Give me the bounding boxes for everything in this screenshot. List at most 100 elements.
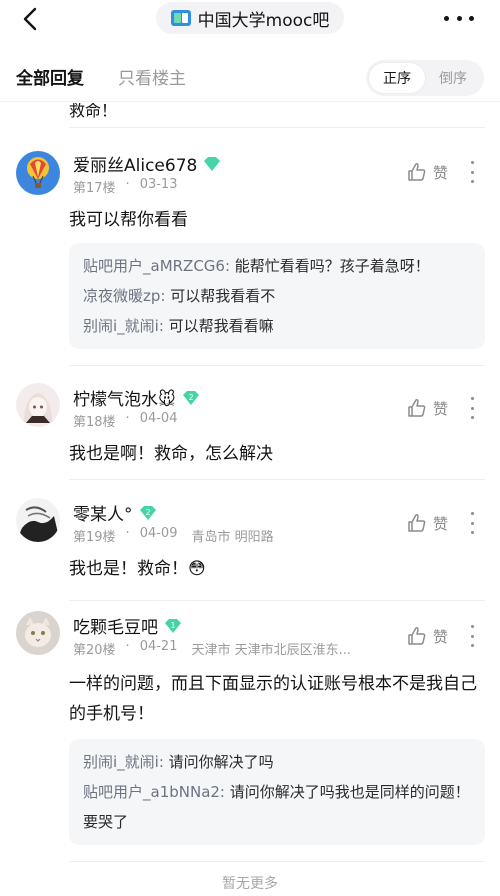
- post-more-button[interactable]: [468, 625, 476, 647]
- dot: [470, 644, 474, 647]
- divider: [69, 127, 485, 128]
- level-badge-icon: 1: [165, 618, 181, 633]
- dot: [470, 531, 474, 534]
- sub-reply[interactable]: 别闹i_就闹i: 可以帮我看看嘛: [83, 311, 471, 341]
- sub-reply-user[interactable]: 贴吧用户_a1bNNa2:: [83, 783, 225, 801]
- like-button[interactable]: 赞: [406, 625, 448, 647]
- like-label: 赞: [433, 627, 449, 646]
- order-toggle: 正序 倒序: [366, 60, 484, 96]
- vertical-dots-icon: [470, 625, 474, 628]
- post-more-button[interactable]: [468, 512, 476, 534]
- username[interactable]: 吃颗毛豆吧: [73, 613, 158, 638]
- post-location: 天津市 天津市北辰区淮东...: [191, 643, 351, 658]
- vertical-dots-icon: [470, 161, 474, 164]
- post-meta: 第17楼 · 03-13: [73, 177, 177, 196]
- reply-feed[interactable]: 救命！ 爱丽丝Alice678 第17楼 · 03-13 赞 我可以帮你看看 贴…: [0, 103, 500, 896]
- floor-number: 第18楼: [73, 415, 116, 430]
- level-badge-icon: 2: [139, 505, 156, 520]
- like-label: 赞: [433, 514, 449, 533]
- post-date: 04-09: [139, 526, 178, 541]
- meta-separator: ·: [125, 411, 130, 426]
- forum-name: 中国大学mooc吧: [197, 10, 330, 31]
- top-nav: 中国大学mooc吧: [0, 0, 500, 38]
- meta-separator: ·: [125, 526, 130, 541]
- post-content: 我也是啊！救命，怎么解决: [69, 444, 273, 464]
- like-button[interactable]: 赞: [406, 161, 448, 183]
- like-button[interactable]: 赞: [406, 397, 448, 419]
- svg-text:2: 2: [188, 393, 193, 402]
- more-dot: [469, 15, 474, 21]
- level-badge-icon: [204, 156, 221, 171]
- avatar[interactable]: [16, 498, 60, 542]
- dot: [470, 521, 474, 525]
- username-row: 爱丽丝Alice678: [73, 151, 222, 176]
- floor-number: 第19楼: [73, 530, 116, 545]
- more-dot: [456, 15, 462, 21]
- previous-post-tail: 救命！: [69, 103, 118, 120]
- avatar[interactable]: [16, 611, 60, 655]
- post-location: 青岛市 明阳路: [191, 530, 274, 545]
- chevron-left-icon: [23, 7, 37, 31]
- forum-pill[interactable]: 中国大学mooc吧: [156, 2, 344, 34]
- username[interactable]: 零某人°: [73, 500, 133, 525]
- username[interactable]: 柠檬气泡水🐭: [73, 385, 176, 410]
- dot: [470, 406, 474, 410]
- sketch-avatar-icon: [16, 498, 60, 542]
- floor-number: 第17楼: [73, 181, 116, 196]
- post-date: 04-21: [139, 639, 178, 654]
- thumbs-up-icon: [408, 163, 426, 181]
- vertical-dots-icon: [470, 512, 474, 515]
- avatar[interactable]: [16, 383, 60, 427]
- vertical-dots-icon: [470, 397, 474, 400]
- dot: [470, 416, 474, 419]
- avatar[interactable]: [16, 151, 60, 195]
- meta-separator: ·: [125, 639, 130, 654]
- sub-replies[interactable]: 别闹i_就闹i: 请问你解决了吗 贴吧用户_a1bNNa2: 请问你解决了吗我也…: [69, 739, 485, 845]
- post-date: 04-04: [139, 411, 178, 426]
- order-asc-button[interactable]: 正序: [369, 63, 425, 93]
- sub-replies[interactable]: 贴吧用户_aMRZCG6: 能帮忙看看吗？孩子着急呀！ 凉夜微暖zp: 可以帮我…: [69, 243, 485, 349]
- anime-girl-avatar-icon: [16, 383, 60, 427]
- tab-all-replies[interactable]: 全部回复: [16, 64, 84, 89]
- sub-reply-user[interactable]: 贴吧用户_aMRZCG6:: [83, 257, 230, 275]
- order-desc-button[interactable]: 倒序: [425, 63, 481, 93]
- dot: [470, 170, 474, 174]
- more-options-button[interactable]: [444, 6, 474, 30]
- sub-reply-text: 能帮忙看看吗？孩子着急呀！: [230, 257, 430, 275]
- like-label: 赞: [433, 163, 449, 182]
- thumbs-up-icon: [408, 627, 426, 645]
- sub-reply-user[interactable]: 凉夜微暖zp:: [83, 287, 165, 305]
- sub-reply-user[interactable]: 别闹i_就闹i:: [83, 317, 164, 335]
- thumbs-up-icon: [408, 399, 426, 417]
- meta-separator: ·: [125, 177, 130, 192]
- dot: [470, 180, 474, 183]
- no-more-label: 暂无更多: [222, 876, 278, 892]
- sub-reply-user[interactable]: 别闹i_就闹i:: [83, 753, 164, 771]
- username-row: 零某人° 2: [73, 500, 158, 525]
- sub-reply[interactable]: 贴吧用户_a1bNNa2: 请问你解决了吗我也是同样的问题！要哭了: [83, 777, 471, 837]
- username[interactable]: 爱丽丝Alice678: [73, 151, 197, 176]
- post-date: 03-13: [139, 177, 178, 192]
- thumbs-up-icon: [408, 514, 426, 532]
- cat-avatar-icon: [16, 611, 60, 655]
- post-meta: 第20楼 · 04-21 天津市 天津市北辰区淮东...: [73, 639, 351, 658]
- sub-reply[interactable]: 贴吧用户_aMRZCG6: 能帮忙看看吗？孩子着急呀！: [83, 251, 471, 281]
- forum-logo-icon: [170, 10, 191, 26]
- post-content: 我也是！救命！😳: [69, 559, 206, 579]
- post-meta: 第19楼 · 04-09 青岛市 明阳路: [73, 526, 274, 545]
- sub-reply[interactable]: 别闹i_就闹i: 请问你解决了吗: [83, 747, 471, 777]
- hot-air-balloon-avatar-icon: [16, 151, 60, 195]
- post-more-button[interactable]: [468, 397, 476, 419]
- post-content: 我可以帮你看看: [69, 210, 188, 230]
- divider: [69, 861, 485, 862]
- like-button[interactable]: 赞: [406, 512, 448, 534]
- post-more-button[interactable]: [468, 161, 476, 183]
- tab-owner-only[interactable]: 只看楼主: [118, 64, 186, 89]
- sub-reply[interactable]: 凉夜微暖zp: 可以帮我看看不: [83, 281, 471, 311]
- like-label: 赞: [433, 399, 449, 418]
- more-dots-icon: [444, 15, 449, 21]
- svg-text:2: 2: [145, 508, 150, 517]
- username-row: 柠檬气泡水🐭 2: [73, 385, 201, 410]
- post-content: 一样的问题，而且下面显示的认证账号根本不是我自己的手机号！: [69, 674, 477, 724]
- back-button[interactable]: [18, 6, 44, 32]
